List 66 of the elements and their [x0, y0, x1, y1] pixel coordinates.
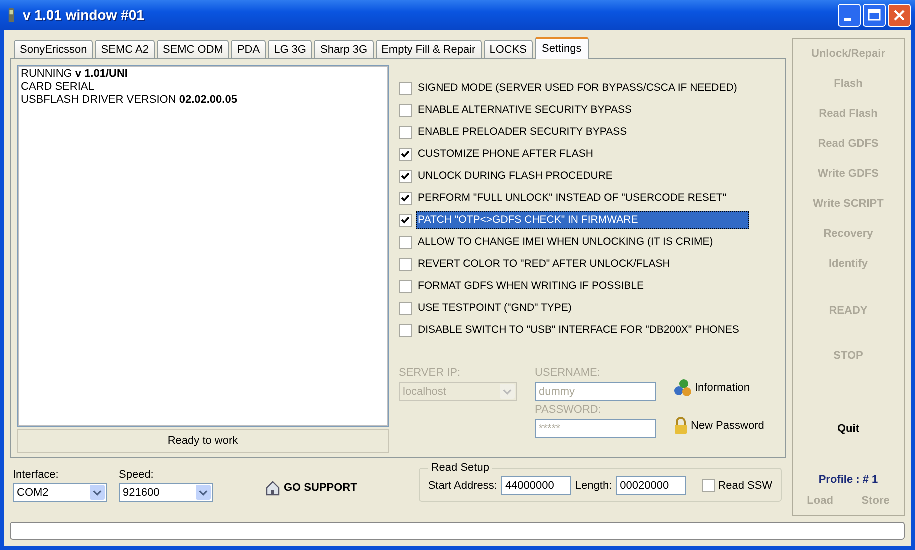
checkbox[interactable]	[399, 258, 412, 270]
checkbox[interactable]	[399, 104, 412, 116]
option-label[interactable]: ALLOW TO CHANGE IMEI WHEN UNLOCKING (IT IS CRIME)	[416, 233, 749, 251]
speed-dropdown[interactable]: 921600	[119, 483, 213, 502]
minimize-icon	[844, 18, 851, 20]
group-title: Read Setup	[430, 462, 490, 474]
phone-icon	[8, 8, 15, 22]
checkbox[interactable]	[399, 236, 412, 248]
password-field[interactable]: *****	[535, 419, 656, 438]
checkbox[interactable]	[399, 148, 412, 160]
option-label[interactable]: ENABLE PRELOADER SECURITY BYPASS	[416, 123, 749, 141]
option-label[interactable]: DISABLE SWITCH TO "USB" INTERFACE FOR "DB200X" PHONES	[416, 321, 749, 339]
information-link[interactable]: Information	[674, 379, 764, 397]
checkbox[interactable]	[399, 302, 412, 314]
option-label[interactable]: CUSTOMIZE PHONE AFTER FLASH	[416, 145, 749, 163]
maximize-button[interactable]	[863, 4, 886, 26]
tab[interactable]: SEMC ODM	[156, 40, 230, 58]
new-password-link[interactable]: New Password	[674, 417, 764, 434]
checkbox[interactable]	[399, 170, 412, 182]
tab[interactable]: SEMC A2	[95, 40, 155, 58]
tab[interactable]: Empty Fill & Repair	[376, 40, 482, 58]
tab[interactable]: LOCKS	[484, 40, 534, 58]
field-label: USERNAME:	[535, 367, 602, 379]
tab[interactable]: PDA	[231, 40, 266, 58]
lock-icon	[674, 417, 688, 434]
option-label[interactable]: REVERT COLOR TO "RED" AFTER UNLOCK/FLASH	[416, 255, 749, 273]
checkbox-label[interactable]: Read SSW	[718, 480, 773, 492]
field-label: Length:	[575, 480, 612, 492]
minimize-button[interactable]	[838, 4, 861, 26]
checkbox[interactable]	[399, 126, 412, 138]
checkbox[interactable]	[399, 82, 412, 94]
tab[interactable]: Settings	[535, 37, 589, 59]
option-label[interactable]: ENABLE ALTERNATIVE SECURITY BYPASS	[416, 101, 749, 119]
option-label[interactable]: PATCH "OTP<>GDFS CHECK" IN FIRMWARE	[416, 211, 749, 229]
username-field[interactable]: dummy	[535, 382, 656, 401]
option-label[interactable]: UNLOCK DURING FLASH PROCEDURE	[416, 167, 749, 185]
go-support-button[interactable]: GO SUPPORT	[265, 480, 358, 496]
field-label: Start Address:	[428, 480, 498, 492]
tab[interactable]: LG 3G	[268, 40, 312, 58]
status-message: Ready to work	[17, 429, 389, 453]
house-icon	[265, 480, 281, 496]
log-line: CARD SERIAL	[21, 81, 96, 94]
tab[interactable]: SonyEricsson	[14, 40, 94, 58]
field-label: PASSWORD:	[535, 404, 602, 416]
log-line: RUNNING v 1.01/UNI	[21, 68, 129, 81]
checkbox[interactable]	[399, 324, 412, 336]
option-label[interactable]: FORMAT GDFS WHEN WRITING IF POSSIBLE	[416, 277, 749, 295]
option-label[interactable]: PERFORM "FULL UNLOCK" INSTEAD OF "USERCODE RESET"	[416, 189, 749, 207]
field-label: SERVER IP:	[399, 367, 462, 379]
close-button[interactable]	[888, 4, 911, 26]
checkbox[interactable]	[399, 192, 412, 204]
profile-label: Profile : # 1	[818, 474, 878, 486]
tab[interactable]: Sharp 3G	[314, 40, 374, 58]
option-label[interactable]: USE TESTPOINT ("GND" TYPE)	[416, 299, 749, 317]
field-label: Speed:	[119, 469, 155, 481]
window-title: v 1.01 window #01	[23, 7, 146, 23]
checkbox[interactable]	[399, 214, 412, 226]
interface-dropdown[interactable]: COM2	[13, 483, 107, 502]
quit-button[interactable]: Quit	[838, 422, 860, 437]
field-label: Interface:	[13, 469, 60, 481]
checkbox[interactable]	[702, 479, 716, 492]
start-address-field[interactable]: 44000000	[501, 476, 572, 495]
log-line: USBFLASH DRIVER VERSION 02.02.00.05	[21, 94, 238, 107]
checkbox[interactable]	[399, 280, 412, 292]
option-label[interactable]: SIGNED MODE (SERVER USED FOR BYPASS/CSCA IF NEEDED)	[416, 79, 749, 97]
length-field[interactable]: 00020000	[616, 476, 686, 495]
